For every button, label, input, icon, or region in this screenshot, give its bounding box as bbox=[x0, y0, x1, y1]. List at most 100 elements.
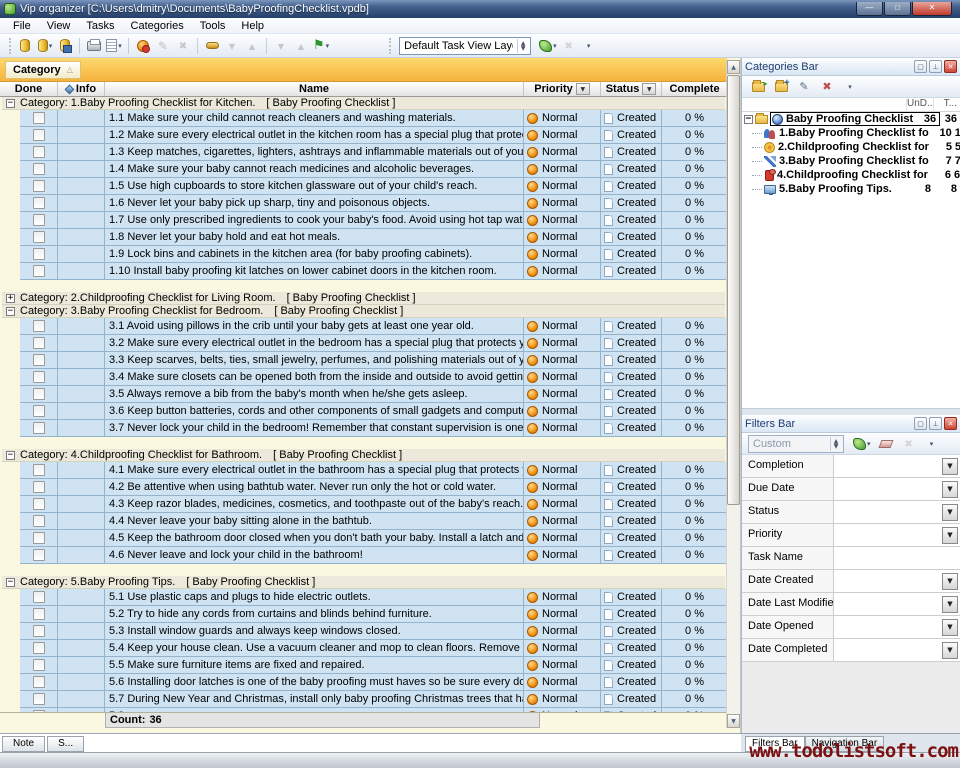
filters-restore-button[interactable]: ▢ bbox=[914, 417, 927, 430]
scrollbar-thumb[interactable] bbox=[727, 75, 740, 505]
task-row[interactable]: 3.7 Never lock your child in the bedroom… bbox=[20, 420, 727, 437]
move-down-button[interactable] bbox=[222, 36, 242, 56]
filter-dropdown-icon[interactable]: ▼ bbox=[942, 573, 958, 590]
tree-item-body[interactable]: 5.Baby Proofing Tips.8 bbox=[763, 182, 934, 196]
delete-filter-button[interactable] bbox=[899, 434, 919, 454]
filter-dropdown-icon[interactable]: ▼ bbox=[942, 481, 958, 498]
done-checkbox[interactable] bbox=[33, 180, 45, 192]
filter-value-field[interactable]: ▼ bbox=[834, 570, 960, 592]
task-row[interactable]: 1.2 Make sure every electrical outlet in… bbox=[20, 127, 727, 144]
new-category-button[interactable] bbox=[748, 77, 768, 97]
filter-value-field[interactable]: ▼ bbox=[834, 616, 960, 638]
done-checkbox[interactable] bbox=[33, 693, 45, 705]
toolbar-grip[interactable] bbox=[389, 38, 392, 54]
filter-value-field[interactable]: ▼ bbox=[834, 593, 960, 615]
new-task-button[interactable] bbox=[133, 36, 153, 56]
priority-filter-button[interactable]: ▼ bbox=[576, 83, 590, 95]
done-checkbox[interactable] bbox=[33, 405, 45, 417]
task-row[interactable]: 4.3 Keep razor blades, medicines, cosmet… bbox=[20, 496, 727, 513]
tree-column-undone[interactable]: UnD... bbox=[906, 98, 933, 111]
categories-close-button[interactable]: ✕ bbox=[944, 60, 957, 73]
edit-category-button[interactable]: ✎ bbox=[794, 77, 814, 97]
tree-column-total[interactable]: T... bbox=[933, 98, 960, 111]
edit-task-button[interactable] bbox=[153, 36, 173, 56]
task-row[interactable]: 5.7 During New Year and Christmas, insta… bbox=[20, 691, 727, 708]
filter-dropdown-icon[interactable]: ▼ bbox=[942, 458, 958, 475]
delete-layout-button[interactable] bbox=[559, 36, 579, 56]
column-header-name[interactable]: Name bbox=[105, 82, 524, 96]
done-checkbox[interactable] bbox=[33, 549, 45, 561]
toolbar-overflow-button[interactable]: ▾ bbox=[579, 36, 599, 56]
menu-file[interactable]: File bbox=[6, 19, 38, 33]
done-checkbox[interactable] bbox=[33, 515, 45, 527]
column-header-priority[interactable]: Priority ▼ bbox=[524, 82, 601, 96]
task-row[interactable]: 4.5 Keep the bathroom door closed when y… bbox=[20, 530, 727, 547]
tree-item[interactable]: 2.Childproofing Checklist for55 bbox=[742, 140, 960, 154]
categories-restore-button[interactable]: ▢ bbox=[914, 60, 927, 73]
task-row[interactable]: 5.6 Installing door latches is one of th… bbox=[20, 674, 727, 691]
tree-item-body[interactable]: 1.Baby Proofing Checklist fo10 bbox=[763, 126, 955, 140]
done-checkbox[interactable] bbox=[33, 112, 45, 124]
grid-vertical-scrollbar[interactable]: ▲ ▼ bbox=[726, 60, 740, 728]
toolbar-grip[interactable] bbox=[9, 38, 12, 54]
task-row[interactable]: 1.9 Lock bins and cabinets in the kitche… bbox=[20, 246, 727, 263]
done-checkbox[interactable] bbox=[33, 371, 45, 383]
tree-item[interactable]: −Baby Proofing Checklist3636 bbox=[742, 112, 960, 126]
done-checkbox[interactable] bbox=[33, 231, 45, 243]
task-row[interactable]: 1.8 Never let your baby hold and eat hot… bbox=[20, 229, 727, 246]
task-view-layout-combo[interactable]: Default Task View Layout ▲▼ bbox=[399, 37, 531, 55]
print-button[interactable] bbox=[84, 36, 104, 56]
complete-task-button[interactable] bbox=[202, 36, 222, 56]
task-row[interactable]: 4.1 Make sure every electrical outlet in… bbox=[20, 462, 727, 479]
delete-category-button[interactable]: ✖ bbox=[817, 77, 837, 97]
task-row[interactable]: 3.5 Always remove a bib from the baby's … bbox=[20, 386, 727, 403]
minimize-button[interactable]: — bbox=[856, 2, 883, 16]
delete-task-button[interactable] bbox=[173, 36, 193, 56]
filters-overflow-button[interactable]: ▾ bbox=[922, 434, 942, 454]
done-checkbox[interactable] bbox=[33, 337, 45, 349]
scroll-down-icon[interactable]: ▼ bbox=[727, 714, 740, 728]
menu-tools[interactable]: Tools bbox=[193, 19, 233, 33]
filter-dropdown-icon[interactable]: ▼ bbox=[942, 596, 958, 613]
collapse-icon[interactable]: − bbox=[6, 451, 15, 460]
task-row[interactable]: 5.5 Make sure furniture items are fixed … bbox=[20, 657, 727, 674]
filter-value-field[interactable]: ▼ bbox=[834, 501, 960, 523]
task-row[interactable]: 3.6 Keep button batteries, cords and oth… bbox=[20, 403, 727, 420]
filter-dropdown-icon[interactable]: ▼ bbox=[942, 504, 958, 521]
new-database-button[interactable] bbox=[15, 36, 35, 56]
done-checkbox[interactable] bbox=[33, 214, 45, 226]
done-checkbox[interactable] bbox=[33, 422, 45, 434]
filter-value-field[interactable]: ▼ bbox=[834, 455, 960, 477]
note-tab-s[interactable]: S... bbox=[47, 736, 84, 752]
categories-overflow-button[interactable]: ▾ bbox=[840, 77, 860, 97]
apply-filter-button[interactable]: ▾ bbox=[851, 434, 873, 454]
menu-view[interactable]: View bbox=[40, 19, 78, 33]
close-button[interactable]: ✕ bbox=[912, 2, 952, 16]
task-row[interactable]: 5.1 Use plastic caps and plugs to hide e… bbox=[20, 589, 727, 606]
menu-help[interactable]: Help bbox=[234, 19, 271, 33]
done-checkbox[interactable] bbox=[33, 197, 45, 209]
open-database-button[interactable]: ▾ bbox=[35, 36, 55, 56]
collapse-icon[interactable]: − bbox=[6, 99, 15, 108]
task-row[interactable]: 3.3 Keep scarves, belts, ties, small jew… bbox=[20, 352, 727, 369]
status-filter-button[interactable]: ▼ bbox=[642, 83, 656, 95]
task-row[interactable]: 5.2 Try to hide any cords from curtains … bbox=[20, 606, 727, 623]
tree-item[interactable]: 5.Baby Proofing Tips.88 bbox=[742, 182, 960, 196]
move-to-bottom-button[interactable] bbox=[271, 36, 291, 56]
task-row[interactable]: 4.2 Be attentive when using bathtub wate… bbox=[20, 479, 727, 496]
tree-item-body[interactable]: Baby Proofing Checklist36 bbox=[770, 112, 940, 126]
done-checkbox[interactable] bbox=[33, 129, 45, 141]
move-to-top-button[interactable] bbox=[291, 36, 311, 56]
done-checkbox[interactable] bbox=[33, 591, 45, 603]
task-row[interactable]: 4.6 Never leave and lock your child in t… bbox=[20, 547, 727, 564]
task-row[interactable]: 5.4 Keep your house clean. Use a vacuum … bbox=[20, 640, 727, 657]
tree-item[interactable]: 1.Baby Proofing Checklist fo1010 bbox=[742, 126, 960, 140]
save-database-button[interactable] bbox=[55, 36, 75, 56]
done-checkbox[interactable] bbox=[33, 163, 45, 175]
done-checkbox[interactable] bbox=[33, 265, 45, 277]
new-subcategory-button[interactable] bbox=[771, 77, 791, 97]
task-row[interactable]: 1.7 Use only prescribed ingredients to c… bbox=[20, 212, 727, 229]
done-checkbox[interactable] bbox=[33, 464, 45, 476]
task-row[interactable]: 1.4 Make sure your baby cannot reach med… bbox=[20, 161, 727, 178]
maximize-button[interactable]: □ bbox=[884, 2, 911, 16]
